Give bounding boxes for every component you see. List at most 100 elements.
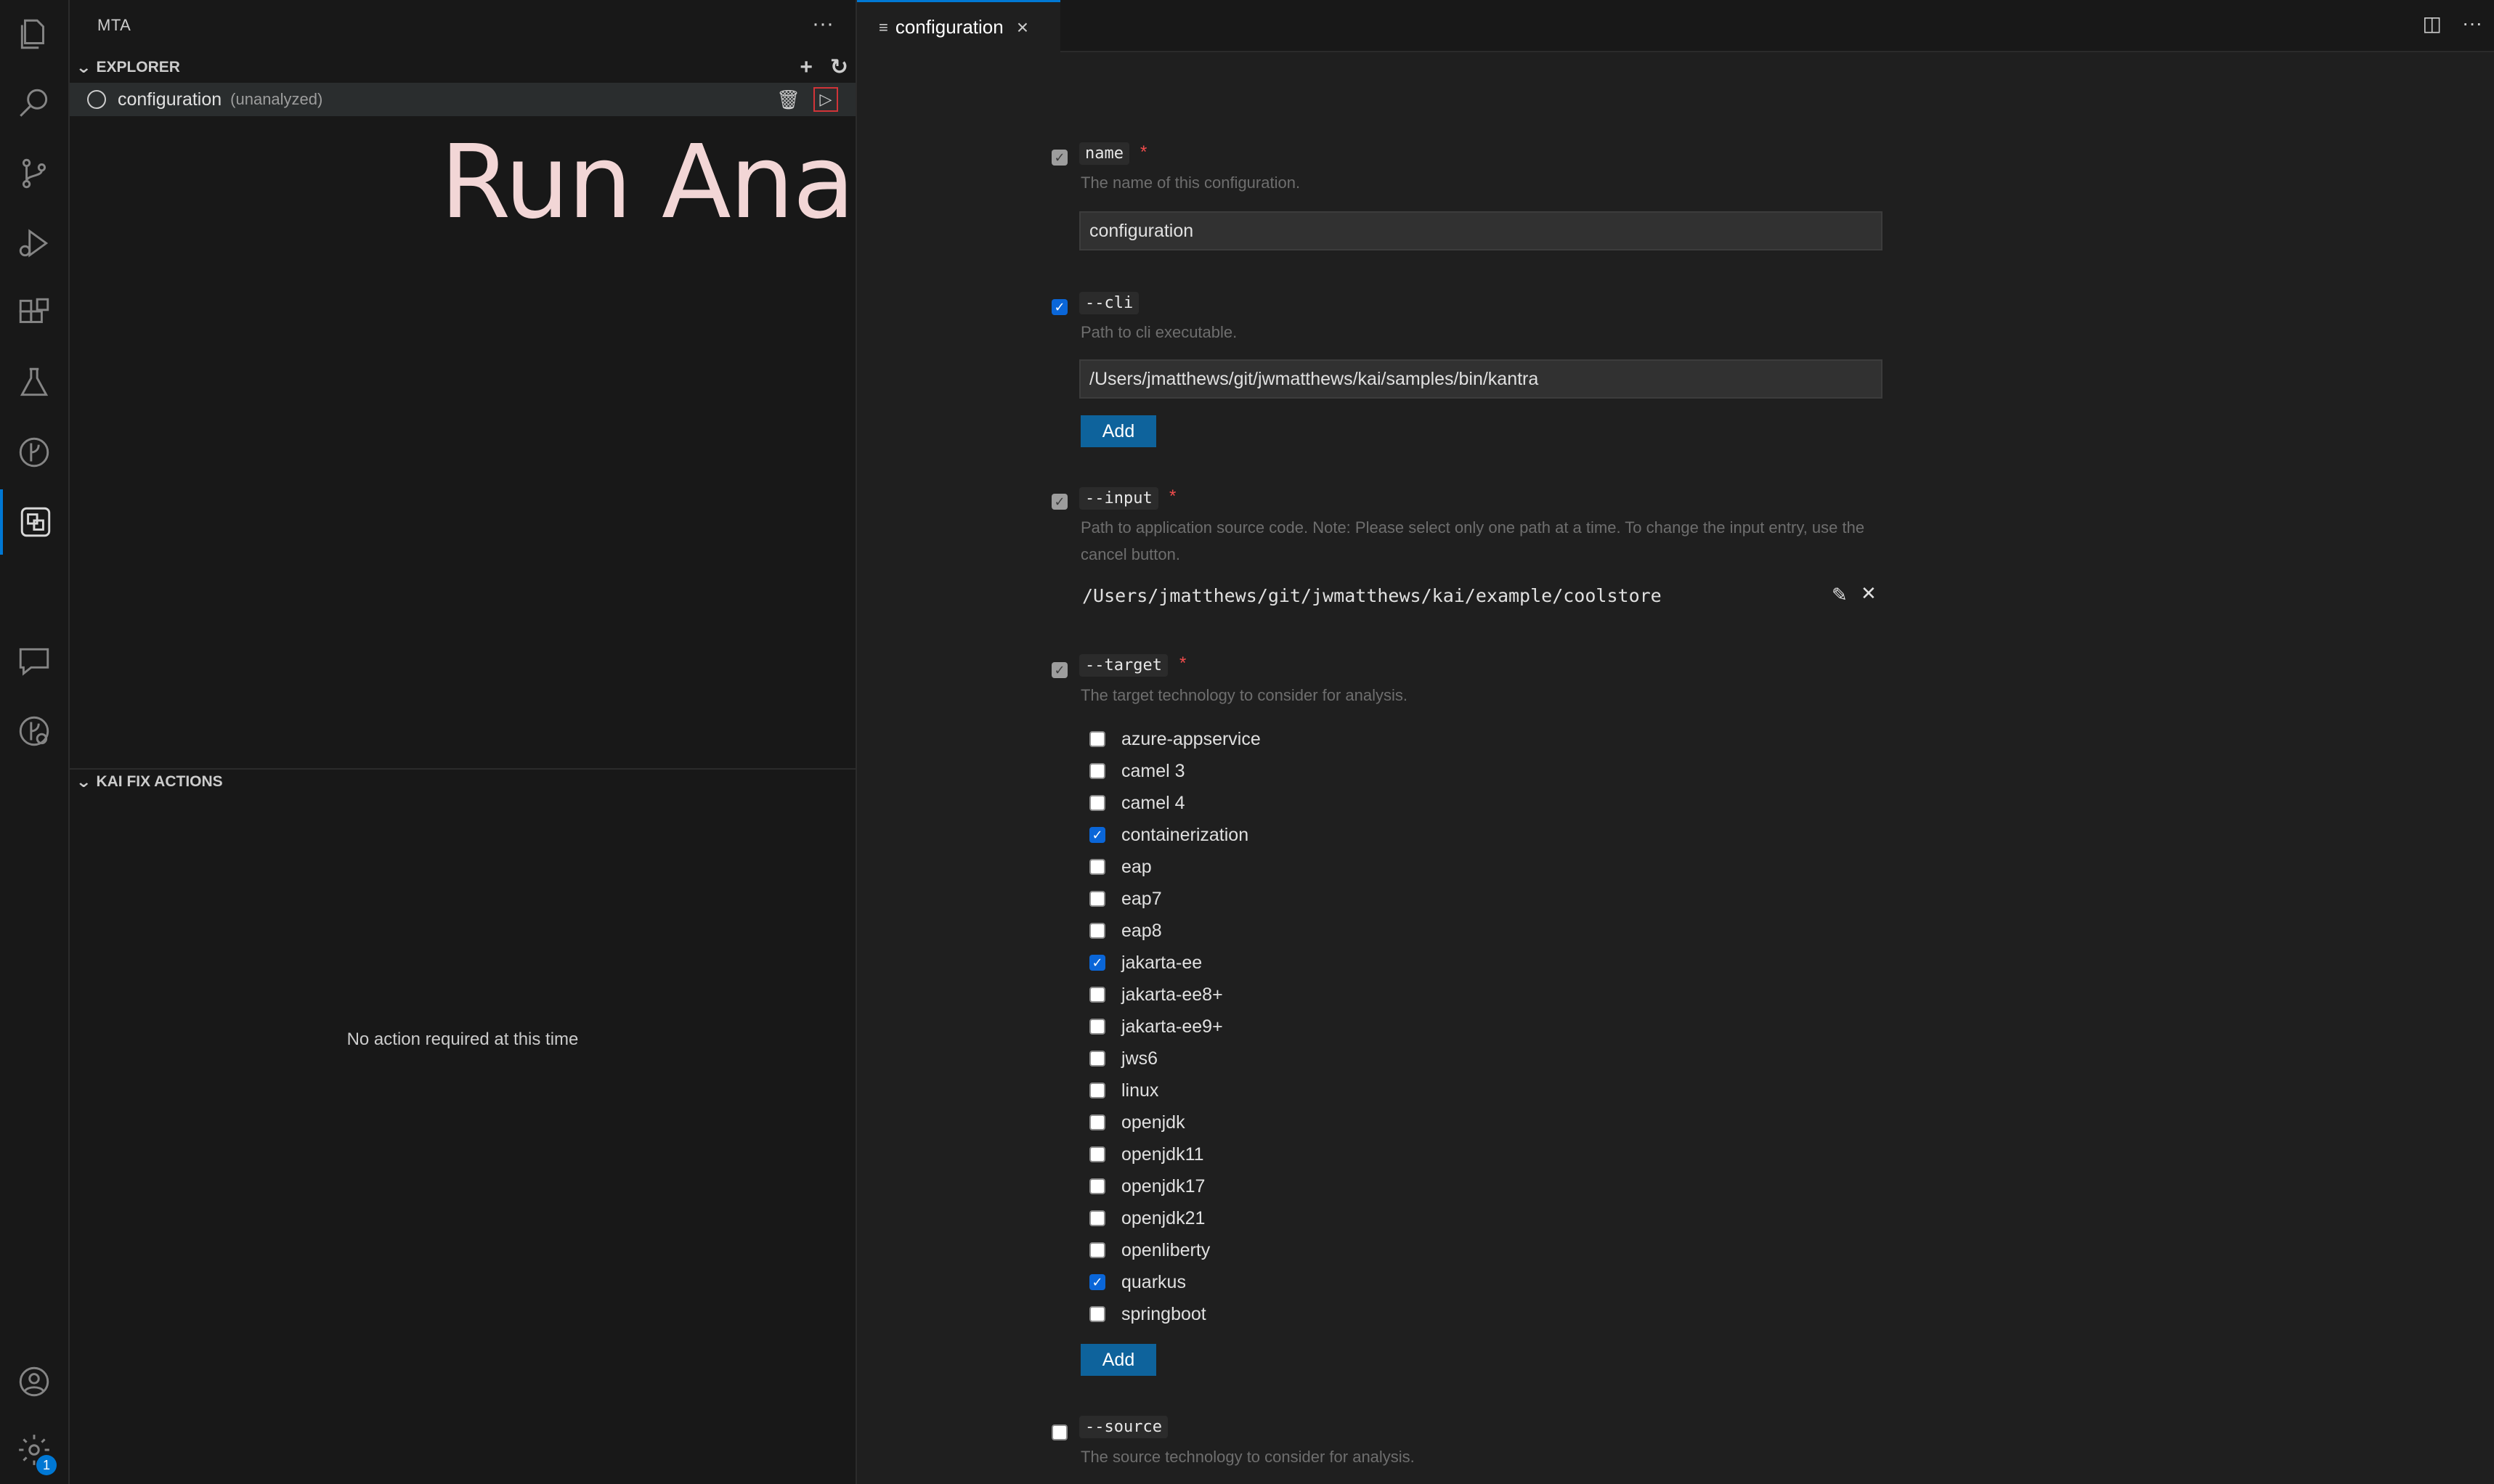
source-control-icon[interactable] xyxy=(0,141,68,206)
run-analysis-icon[interactable]: ▷ xyxy=(813,87,838,112)
cli-label: --cli xyxy=(1079,292,1140,314)
target-option[interactable]: eap xyxy=(1089,851,1152,883)
kai-header-label: KAI FIX ACTIONS xyxy=(96,773,223,790)
name-checkbox[interactable]: ✓ xyxy=(1052,150,1068,166)
target-option[interactable]: eap8 xyxy=(1089,915,1162,947)
target-option[interactable]: azure-appservice xyxy=(1089,723,1261,755)
target-option-label: openjdk21 xyxy=(1121,1207,1206,1228)
ellipsis-icon[interactable]: ··· xyxy=(812,12,834,36)
target-option-label: linux xyxy=(1121,1080,1159,1101)
settings-icon[interactable]: 1 xyxy=(0,1417,68,1483)
target-option-label: jakarta-ee xyxy=(1121,952,1203,973)
target-option-checkbox[interactable]: ✓ xyxy=(1089,1274,1105,1290)
target-option-checkbox[interactable] xyxy=(1089,1019,1105,1035)
target-option-checkbox[interactable] xyxy=(1089,923,1105,939)
target-option-checkbox[interactable]: ✓ xyxy=(1089,955,1105,971)
kai-empty-message: No action required at this time xyxy=(346,1030,579,1049)
cli-description: Path to cli executable. xyxy=(1081,323,1238,341)
target-option[interactable]: openjdk11 xyxy=(1089,1138,1204,1170)
edit-pencil-icon[interactable]: ✎ xyxy=(1832,584,1848,606)
target-option-checkbox[interactable] xyxy=(1089,795,1105,811)
target-checkbox[interactable]: ✓ xyxy=(1052,662,1068,678)
tab-configuration[interactable]: ≡ configuration × xyxy=(857,0,1060,52)
search-icon[interactable] xyxy=(0,71,68,136)
target-option-checkbox[interactable] xyxy=(1089,731,1105,747)
tree-item-name: configuration xyxy=(118,89,222,110)
target-option-checkbox[interactable] xyxy=(1089,987,1105,1003)
target-option-label: quarkus xyxy=(1121,1271,1186,1292)
name-input[interactable]: configuration xyxy=(1079,211,1882,250)
refresh-icon[interactable]: ↻ xyxy=(830,57,848,78)
file-lines-icon: ≡ xyxy=(879,17,888,36)
target-option[interactable]: openjdk17 xyxy=(1089,1170,1205,1202)
explorer-header-label: EXPLORER xyxy=(96,59,180,76)
target-option-checkbox[interactable] xyxy=(1089,1242,1105,1258)
cli-checkbox[interactable]: ✓ xyxy=(1052,299,1068,315)
target-option-checkbox[interactable] xyxy=(1089,859,1105,875)
target-option[interactable]: eap7 xyxy=(1089,883,1162,915)
target-option[interactable]: openjdk21 xyxy=(1089,1202,1205,1234)
name-description: The name of this configuration. xyxy=(1081,174,1301,192)
chat-icon[interactable] xyxy=(0,629,68,694)
target-option-checkbox[interactable] xyxy=(1089,1083,1105,1098)
target-option-checkbox[interactable] xyxy=(1089,1051,1105,1067)
target-option[interactable]: openjdk xyxy=(1089,1106,1185,1138)
target-option[interactable]: camel 4 xyxy=(1089,787,1185,819)
cli-input[interactable]: /Users/jmatthews/git/jwmatthews/kai/samp… xyxy=(1079,359,1882,399)
target-option-checkbox[interactable]: ✓ xyxy=(1089,827,1105,843)
target-option[interactable]: openliberty xyxy=(1089,1234,1210,1266)
target-option[interactable]: jakarta-ee9+ xyxy=(1089,1011,1223,1043)
tab-label: configuration xyxy=(895,16,1004,38)
target-option-checkbox[interactable] xyxy=(1089,1178,1105,1194)
target-option-label: eap7 xyxy=(1121,888,1162,909)
extensions-icon[interactable] xyxy=(0,280,68,346)
explorer-icon[interactable] xyxy=(0,1,68,67)
chevron-down-icon: ⌄ xyxy=(76,772,92,791)
git-graph-icon[interactable] xyxy=(0,420,68,485)
target-option[interactable]: jws6 xyxy=(1089,1043,1158,1075)
target-add-button[interactable]: Add xyxy=(1081,1344,1156,1376)
explorer-section-header[interactable]: ⌄ EXPLORER + ↻ xyxy=(70,51,856,84)
mta-icon[interactable] xyxy=(0,489,68,555)
target-option[interactable]: linux xyxy=(1089,1075,1158,1106)
target-option[interactable]: ✓ quarkus xyxy=(1089,1266,1186,1298)
close-icon[interactable]: × xyxy=(1017,16,1028,39)
add-icon[interactable]: + xyxy=(800,57,813,78)
target-option[interactable]: ✓ jakarta-ee xyxy=(1089,947,1202,979)
target-option[interactable]: springboot xyxy=(1089,1298,1206,1330)
target-option-label: openliberty xyxy=(1121,1239,1211,1260)
required-marker: * xyxy=(1140,142,1148,162)
split-editor-icon[interactable]: ◫ xyxy=(2423,12,2442,36)
target-option-label: jws6 xyxy=(1121,1048,1158,1069)
target-option-checkbox[interactable] xyxy=(1089,891,1105,907)
settings-badge: 1 xyxy=(36,1455,57,1475)
input-checkbox[interactable]: ✓ xyxy=(1052,494,1068,510)
target-option-checkbox[interactable] xyxy=(1089,1306,1105,1322)
source-label: --source xyxy=(1079,1416,1168,1438)
kai-section-header[interactable]: ⌄ KAI FIX ACTIONS xyxy=(70,765,856,799)
testing-icon[interactable] xyxy=(0,350,68,415)
target-option-checkbox[interactable] xyxy=(1089,1146,1105,1162)
close-icon[interactable]: ✕ xyxy=(1861,582,1877,605)
source-checkbox[interactable] xyxy=(1052,1424,1068,1440)
target-option-label: springboot xyxy=(1121,1303,1206,1324)
target-option[interactable]: camel 3 xyxy=(1089,755,1185,787)
target-option-label: openjdk17 xyxy=(1121,1175,1206,1196)
target-option[interactable]: ✓ containerization xyxy=(1089,819,1248,851)
target-option-checkbox[interactable] xyxy=(1089,763,1105,779)
target-option-checkbox[interactable] xyxy=(1089,1114,1105,1130)
required-marker: * xyxy=(1169,486,1177,506)
target-option-label: azure-appservice xyxy=(1121,728,1261,749)
account-icon[interactable] xyxy=(0,1349,68,1414)
cli-add-button[interactable]: Add xyxy=(1081,415,1156,447)
tree-item-configuration[interactable]: configuration (unanalyzed) 🗑 ▷ xyxy=(70,83,856,116)
target-option[interactable]: jakarta-ee8+ xyxy=(1089,979,1223,1011)
tree-item-status: (unanalyzed) xyxy=(230,90,323,108)
activity-bar: 1 xyxy=(0,0,70,1484)
target-option-checkbox[interactable] xyxy=(1089,1210,1105,1226)
ellipsis-icon[interactable]: ··· xyxy=(2462,12,2482,36)
target-option-label: jakarta-ee9+ xyxy=(1121,1016,1223,1037)
kai-icon[interactable] xyxy=(0,698,68,764)
trash-icon[interactable]: 🗑 xyxy=(776,89,800,111)
run-debug-icon[interactable] xyxy=(0,211,68,276)
